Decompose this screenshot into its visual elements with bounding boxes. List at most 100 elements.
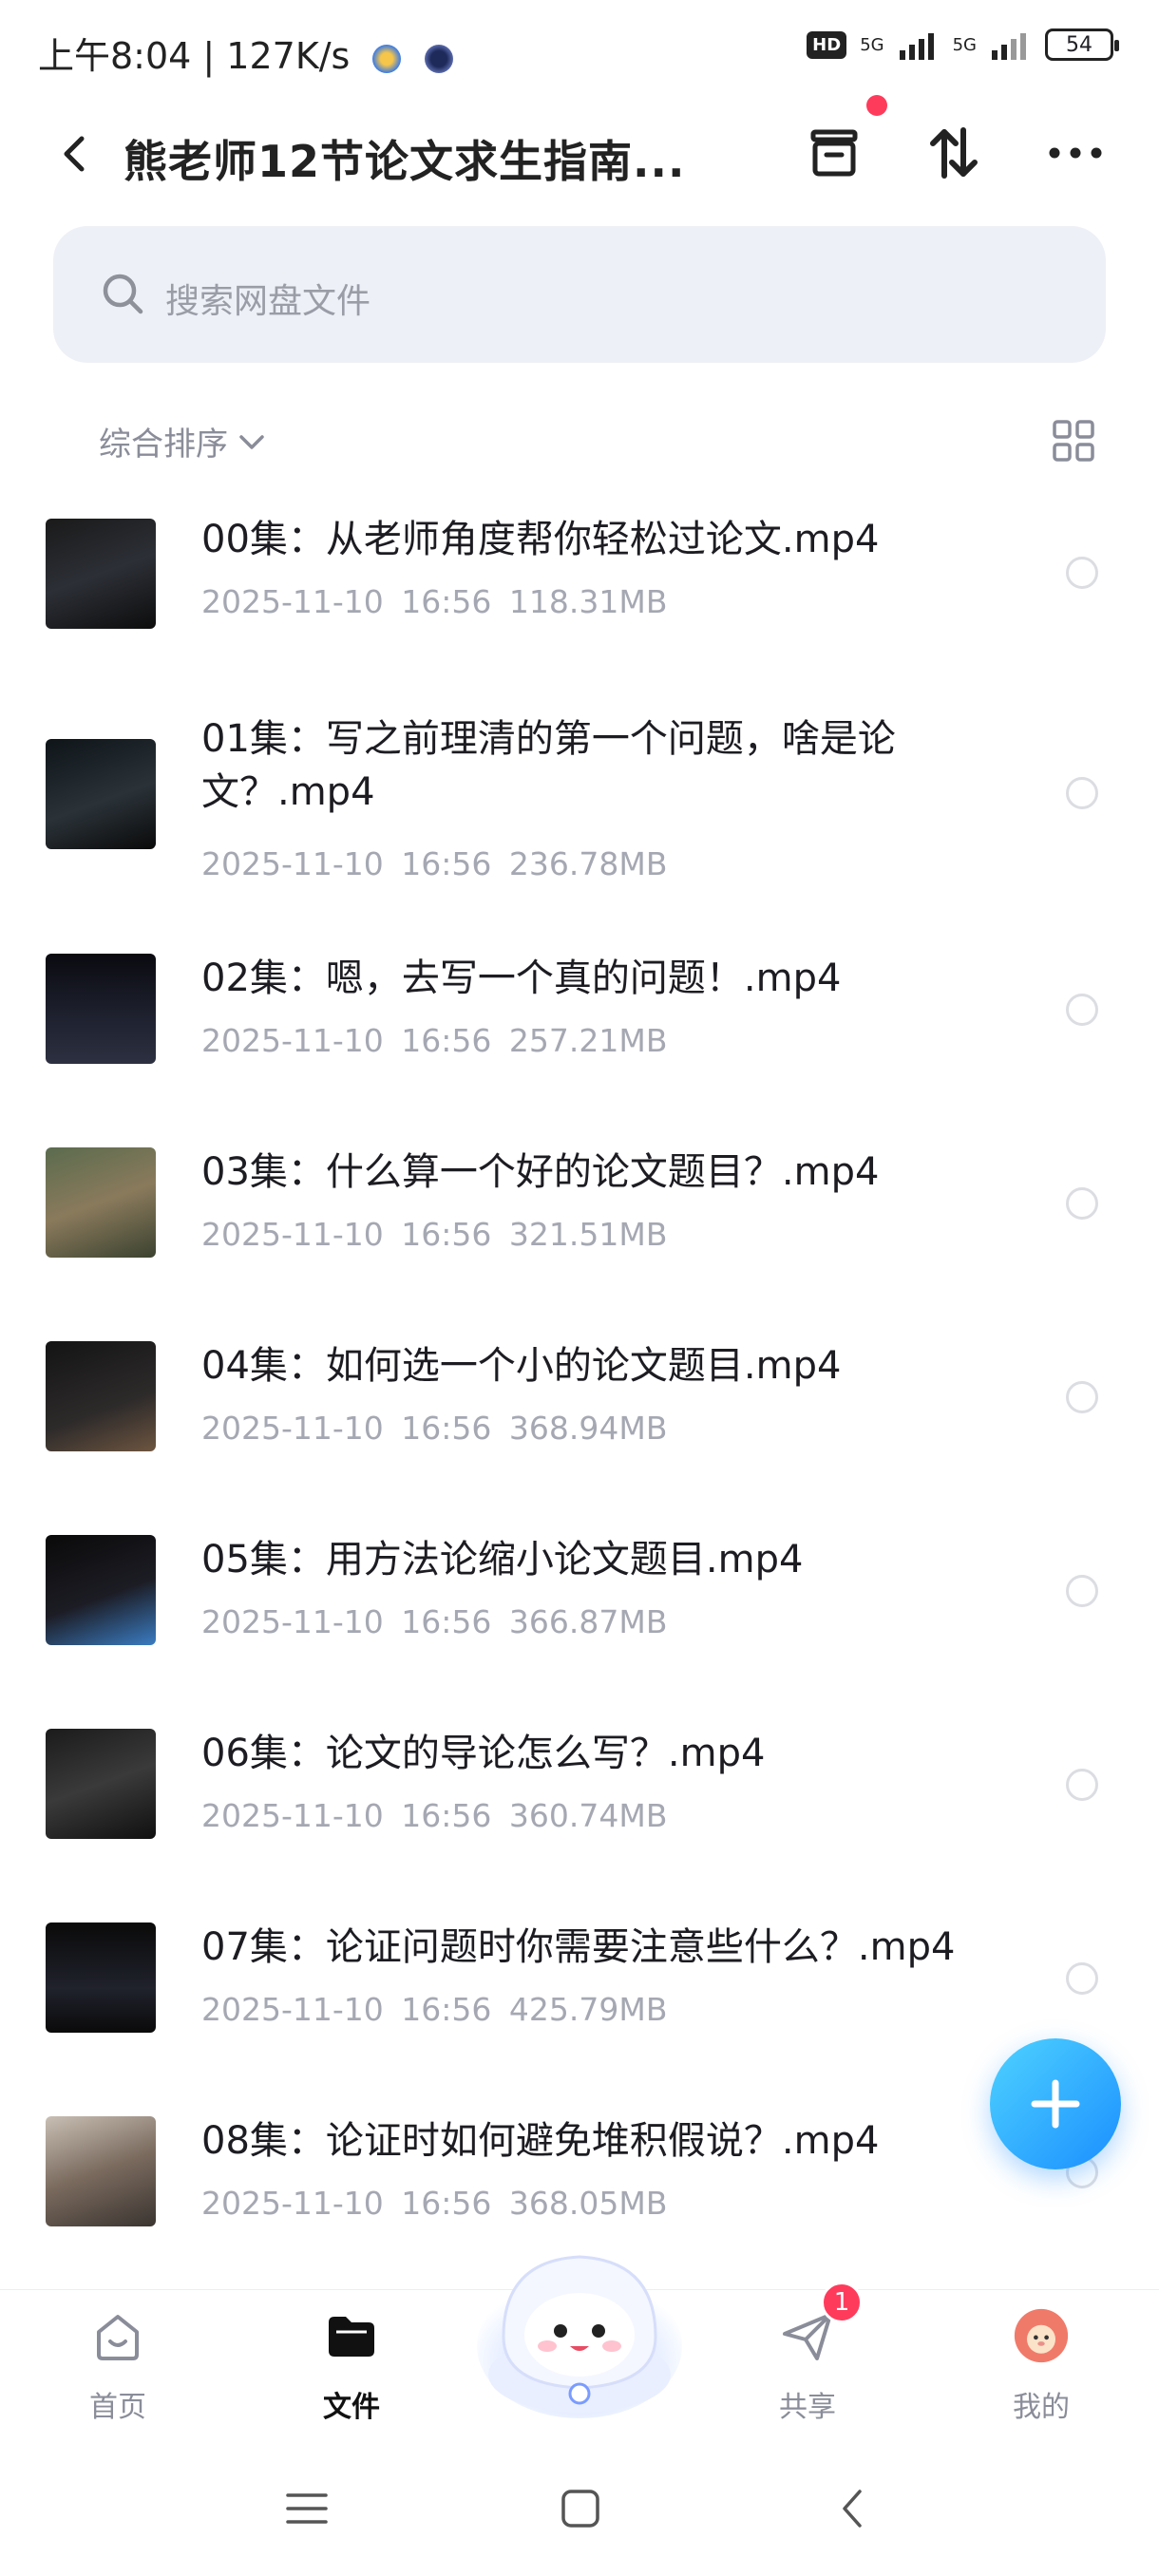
back-button[interactable] [48, 125, 104, 182]
select-radio[interactable] [1066, 1381, 1098, 1413]
file-size: 368.94MB [508, 1410, 668, 1447]
video-thumbnail [46, 1535, 156, 1645]
file-date: 2025-11-10 [201, 1991, 384, 2028]
file-date: 2025-11-10 [201, 583, 384, 620]
tab-files-label: 文件 [323, 2391, 380, 2424]
video-thumbnail [46, 1147, 156, 1258]
select-radio[interactable] [1066, 1575, 1098, 1607]
file-time: 16:56 [401, 583, 492, 620]
file-name: 00集：从老师角度帮你轻松过论文.mp4 [201, 518, 880, 561]
file-size: 368.05MB [508, 2185, 668, 2222]
file-meta: 2025-11-10 16:56 366.87MB [201, 1603, 667, 1640]
file-meta: 2025-11-10 16:56 321.51MB [201, 1216, 667, 1253]
file-size: 425.79MB [508, 1991, 668, 2028]
file-name: 05集：用方法论缩小论文题目.mp4 [201, 1538, 804, 1582]
sort-dropdown[interactable]: 综合排序 [99, 418, 268, 464]
file-date: 2025-11-10 [201, 2185, 384, 2222]
video-thumbnail [46, 2116, 156, 2226]
tab-home[interactable]: 首页 [42, 2290, 194, 2442]
file-name: 07集：论证问题时你需要注意些什么？.mp4 [201, 1925, 956, 1969]
home-icon [89, 2307, 146, 2364]
list-item[interactable]: 01集：写之前理清的第一个问题，啥是论文？.mp4 2025-11-10 16:… [0, 674, 1159, 918]
mascot-icon [477, 2255, 682, 2418]
file-date: 2025-11-10 [201, 1410, 384, 1447]
archive-button[interactable] [796, 120, 872, 186]
chevron-down-icon [239, 434, 264, 449]
file-name: 06集：论文的导论怎么写？.mp4 [201, 1732, 766, 1775]
notification-avatar-icon [424, 44, 453, 73]
hd-icon: HD [807, 30, 847, 59]
header: 熊老师12节论文求生指南... [0, 104, 1159, 199]
tab-mine[interactable]: 我的 [965, 2290, 1117, 2442]
chevron-left-icon [64, 136, 85, 172]
file-meta: 2025-11-10 16:56 360.74MB [201, 1797, 667, 1834]
file-size: 236.78MB [508, 845, 668, 882]
file-date: 2025-11-10 [201, 1603, 384, 1640]
select-radio[interactable] [1066, 1187, 1098, 1220]
video-thumbnail [46, 954, 156, 1064]
menu-icon [286, 2493, 328, 2524]
select-radio[interactable] [1066, 1962, 1098, 1995]
home-button[interactable] [547, 2475, 614, 2542]
ai-assistant-mascot[interactable] [475, 2232, 684, 2422]
list-item[interactable]: 07集：论证问题时你需要注意些什么？.mp4 2025-11-10 16:56 … [0, 1886, 1159, 2080]
menu-button[interactable] [274, 2475, 340, 2542]
status-left: 上午8:04 | 127K/s [38, 27, 453, 79]
file-name: 01集：写之前理清的第一个问题，啥是论文？.mp4 [201, 717, 896, 814]
search-icon [103, 274, 143, 314]
file-meta: 2025-11-10 16:56 425.79MB [201, 1991, 667, 2028]
select-radio[interactable] [1066, 994, 1098, 1026]
file-time: 16:56 [401, 1797, 492, 1834]
file-time: 16:56 [401, 845, 492, 882]
file-meta: 2025-11-10 16:56 368.94MB [201, 1410, 667, 1447]
video-thumbnail [46, 739, 156, 849]
tab-mine-label: 我的 [1013, 2391, 1070, 2424]
search-input[interactable]: 搜索网盘文件 [53, 226, 1106, 363]
list-item[interactable]: 05集：用方法论缩小论文题目.mp4 2025-11-10 16:56 366.… [0, 1499, 1159, 1693]
file-date: 2025-11-10 [201, 845, 384, 882]
transfer-button[interactable] [916, 120, 992, 186]
file-meta: 2025-11-10 16:56 236.78MB [201, 845, 667, 882]
tab-files[interactable]: 文件 [276, 2290, 428, 2442]
file-size: 321.51MB [508, 1216, 668, 1253]
tab-share-label: 共享 [779, 2391, 836, 2424]
tab-share[interactable]: 共享 [732, 2290, 884, 2442]
file-meta: 2025-11-10 16:56 368.05MB [201, 2185, 667, 2222]
video-thumbnail [46, 1923, 156, 2033]
file-size: 257.21MB [508, 1022, 668, 1059]
system-nav-bar [0, 2441, 1159, 2576]
add-button[interactable] [990, 2038, 1121, 2169]
signal-strength-icon-2 [992, 33, 1026, 60]
file-time: 16:56 [401, 1410, 492, 1447]
transfer-arrows-icon [930, 127, 978, 179]
more-button[interactable] [1037, 120, 1113, 186]
signal-label-2: 5G [952, 34, 977, 55]
grid-view-toggle[interactable] [1051, 418, 1096, 464]
file-date: 2025-11-10 [201, 1797, 384, 1834]
list-item[interactable]: 03集：什么算一个好的论文题目？.mp4 2025-11-10 16:56 32… [0, 1111, 1159, 1305]
file-name: 04集：如何选一个小的论文题目.mp4 [201, 1344, 842, 1388]
select-radio[interactable] [1066, 557, 1098, 589]
chevron-left-icon [843, 2490, 862, 2528]
square-home-icon [561, 2490, 599, 2528]
status-bar: 上午8:04 | 127K/s HD 5G 5G 54 [0, 0, 1159, 104]
select-radio[interactable] [1066, 1769, 1098, 1801]
video-thumbnail [46, 1341, 156, 1451]
file-time: 16:56 [401, 1991, 492, 2028]
battery-level: 54 [1066, 32, 1092, 57]
status-right: HD 5G 5G 54 [807, 28, 1119, 61]
file-name: 02集：嗯，去写一个真的问题！.mp4 [201, 957, 842, 1000]
file-time: 16:56 [401, 1603, 492, 1640]
file-name: 08集：论证时如何避免堆积假说？.mp4 [201, 2119, 880, 2163]
file-meta: 2025-11-10 16:56 118.31MB [201, 583, 667, 620]
list-item[interactable]: 00集：从老师角度帮你轻松过论文.mp4 2025-11-10 16:56 11… [0, 484, 1159, 674]
screen: 上午8:04 | 127K/s HD 5G 5G 54 熊老师12节论文求生指南… [0, 0, 1159, 2576]
signal-label-1: 5G [860, 34, 884, 55]
select-radio[interactable] [1066, 777, 1098, 809]
list-item[interactable]: 04集：如何选一个小的论文题目.mp4 2025-11-10 16:56 368… [0, 1305, 1159, 1499]
list-item[interactable]: 02集：嗯，去写一个真的问题！.mp4 2025-11-10 16:56 257… [0, 918, 1159, 1111]
system-back-button[interactable] [819, 2475, 885, 2542]
file-name: 03集：什么算一个好的论文题目？.mp4 [201, 1150, 880, 1194]
video-thumbnail [46, 519, 156, 629]
list-item[interactable]: 06集：论文的导论怎么写？.mp4 2025-11-10 16:56 360.7… [0, 1693, 1159, 1886]
